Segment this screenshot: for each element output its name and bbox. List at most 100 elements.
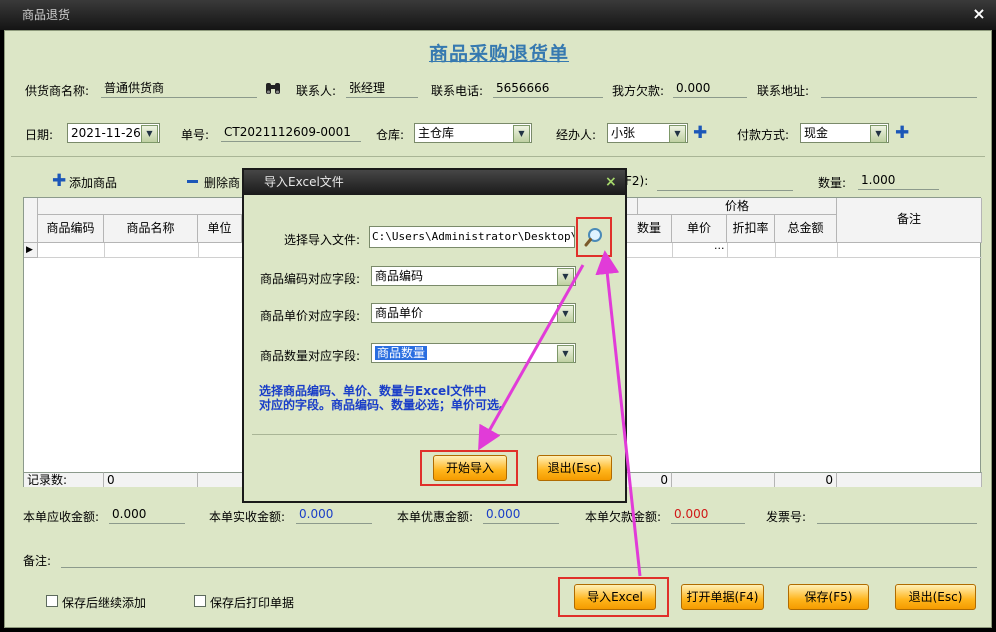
col-header-qty[interactable]: 数量 xyxy=(627,215,672,243)
form-title: 商品采购退货单 xyxy=(428,43,569,65)
print-after-save-checkbox[interactable] xyxy=(194,595,206,607)
qty-field-value: 商品数量 xyxy=(375,346,428,360)
handler-value: 小张 xyxy=(611,126,636,140)
qty-field-label: 商品数量对应字段: xyxy=(260,349,361,363)
receivable-label: 本单应收金额: xyxy=(23,510,100,524)
col-header-unit[interactable]: 单位 xyxy=(198,215,242,243)
divider xyxy=(11,156,985,157)
grid-corner xyxy=(24,198,38,243)
import-excel-dialog: 导入Excel文件 × 选择导入文件: C:\Users\Administrat… xyxy=(242,168,627,503)
record-count-label: 记录数: xyxy=(24,472,104,487)
chevron-down-icon[interactable]: ▼ xyxy=(513,125,530,143)
binoculars-icon[interactable] xyxy=(264,79,282,97)
invoice-label: 发票号: xyxy=(766,510,807,524)
add-product-plus-icon[interactable]: ✚ xyxy=(52,173,66,190)
chevron-down-icon[interactable]: ▼ xyxy=(557,305,574,323)
contact-label: 联系人: xyxy=(296,84,337,98)
import-excel-button[interactable]: 导入Excel xyxy=(574,584,656,610)
chevron-down-icon[interactable]: ▼ xyxy=(870,125,887,143)
receivable-field[interactable]: 0.000 xyxy=(109,506,185,524)
dialog-close-button[interactable]: × xyxy=(605,173,619,191)
open-document-button[interactable]: 打开单据(F4) xyxy=(681,584,764,610)
code-field-select[interactable]: 商品编码 ▼ xyxy=(371,266,576,286)
row-indicator-icon: ▶ xyxy=(24,243,38,258)
supplier-field[interactable]: 普通供货商 xyxy=(101,80,257,98)
footer-qty-sum: 0 xyxy=(627,472,672,487)
price-field-select[interactable]: 商品单价 ▼ xyxy=(371,303,576,323)
chevron-down-icon[interactable]: ▼ xyxy=(669,125,686,143)
debt-field[interactable]: 0.000 xyxy=(673,80,747,98)
dialog-title: 导入Excel文件 xyxy=(244,170,625,195)
date-picker[interactable]: 2021-11-26 ▼ xyxy=(67,123,160,143)
file-path-input[interactable]: C:\Users\Administrator\Desktop\11 xyxy=(369,226,575,248)
phone-label: 联系电话: xyxy=(431,84,484,98)
warehouse-label: 仓库: xyxy=(376,128,405,142)
save-button[interactable]: 保存(F5) xyxy=(788,584,869,610)
col-header-discount[interactable]: 折扣率 xyxy=(727,215,775,243)
footer-blank-2 xyxy=(672,472,775,487)
start-import-button[interactable]: 开始导入 xyxy=(433,455,507,481)
price-group-header: 价格 xyxy=(638,198,837,215)
minus-icon[interactable] xyxy=(187,180,198,183)
warehouse-select[interactable]: 主仓库 ▼ xyxy=(414,123,532,143)
actual-field[interactable]: 0.000 xyxy=(296,506,372,524)
actual-label: 本单实收金额: xyxy=(209,510,286,524)
date-value: 2021-11-26 xyxy=(71,126,141,140)
footer-total-sum: 0 xyxy=(775,472,837,487)
date-label: 日期: xyxy=(25,128,54,142)
invoice-field[interactable] xyxy=(817,506,977,524)
continue-add-checkbox[interactable] xyxy=(46,595,58,607)
record-count-value: 0 xyxy=(104,472,198,487)
order-number-field[interactable]: CT2021112609-0001 xyxy=(221,124,361,142)
order-number-label: 单号: xyxy=(181,128,210,142)
delete-product-button[interactable]: 删除商 xyxy=(204,174,240,191)
scan-shortcut-label: F2): xyxy=(625,174,649,188)
debt-label: 我方欠款: xyxy=(612,84,665,98)
col-header-name[interactable]: 商品名称 xyxy=(104,215,198,243)
quantity-label: 数量: xyxy=(818,176,847,190)
quantity-field[interactable]: 1.000 xyxy=(858,172,939,190)
payment-label: 付款方式: xyxy=(737,128,790,142)
debt-amount-field[interactable]: 0.000 xyxy=(671,506,745,524)
handler-select[interactable]: 小张 ▼ xyxy=(607,123,688,143)
footer-blank-3 xyxy=(837,472,982,487)
remark-field[interactable] xyxy=(61,550,977,568)
discount-field[interactable]: 0.000 xyxy=(483,506,559,524)
exit-button[interactable]: 退出(Esc) xyxy=(895,584,976,610)
instruction-line-1: 选择商品编码、单价、数量与Excel文件中 xyxy=(259,384,487,398)
price-field-value: 商品单价 xyxy=(375,306,424,320)
address-field[interactable] xyxy=(821,80,977,98)
chevron-down-icon[interactable]: ▼ xyxy=(141,125,158,143)
magnifier-icon[interactable] xyxy=(583,226,605,248)
price-field-label: 商品单价对应字段: xyxy=(260,309,361,323)
dialog-exit-button[interactable]: 退出(Esc) xyxy=(537,455,612,481)
chevron-down-icon[interactable]: ▼ xyxy=(557,268,574,286)
col-header-total[interactable]: 总金额 xyxy=(775,215,837,243)
file-label: 选择导入文件: xyxy=(284,233,361,247)
continue-add-label: 保存后继续添加 xyxy=(62,596,147,610)
payment-value: 现金 xyxy=(804,126,829,140)
window-title: 商品退货 xyxy=(0,0,996,30)
code-field-value: 商品编码 xyxy=(375,269,424,283)
payment-select[interactable]: 现金 ▼ xyxy=(800,123,889,143)
add-product-button[interactable]: 添加商品 xyxy=(69,174,117,191)
handler-label: 经办人: xyxy=(556,128,597,142)
price-ellipsis-button[interactable]: ... xyxy=(714,239,725,252)
remark-label: 备注: xyxy=(23,554,52,568)
qty-field-select[interactable]: 商品数量 ▼ xyxy=(371,343,576,363)
instruction-line-2: 对应的字段。商品编码、数量必选；单价可选。 xyxy=(259,398,512,412)
print-after-save-label: 保存后打印单据 xyxy=(210,596,295,610)
discount-label: 本单优惠金额: xyxy=(397,510,474,524)
debt-amount-label: 本单欠款金额: xyxy=(585,510,662,524)
contact-field[interactable]: 张经理 xyxy=(346,80,418,98)
add-payment-plus-icon[interactable]: ✚ xyxy=(895,125,909,142)
phone-field[interactable]: 5656666 xyxy=(493,80,603,98)
chevron-down-icon[interactable]: ▼ xyxy=(557,345,574,363)
supplier-label: 供货商名称: xyxy=(25,84,90,98)
col-header-code[interactable]: 商品编码 xyxy=(38,215,104,243)
code-field-label: 商品编码对应字段: xyxy=(260,272,361,286)
window-close-button[interactable]: × xyxy=(970,4,988,24)
remark-header: 备注 xyxy=(837,198,982,243)
add-handler-plus-icon[interactable]: ✚ xyxy=(693,125,707,142)
scan-field[interactable] xyxy=(657,173,793,191)
